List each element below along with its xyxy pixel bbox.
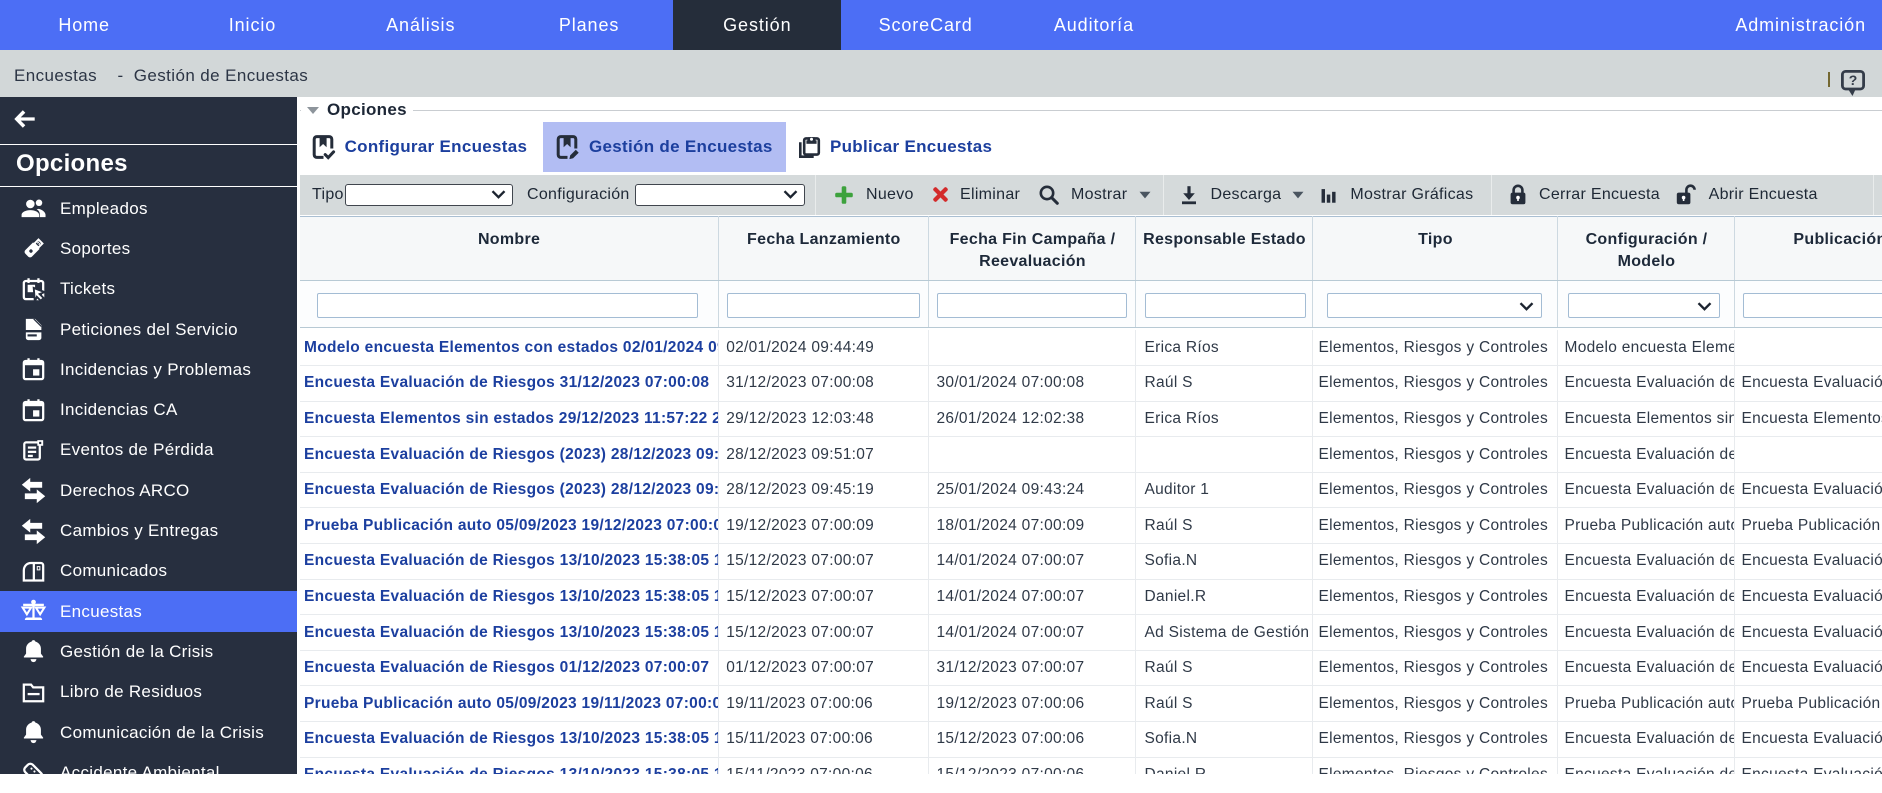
svg-text:?: ? xyxy=(1849,72,1858,88)
